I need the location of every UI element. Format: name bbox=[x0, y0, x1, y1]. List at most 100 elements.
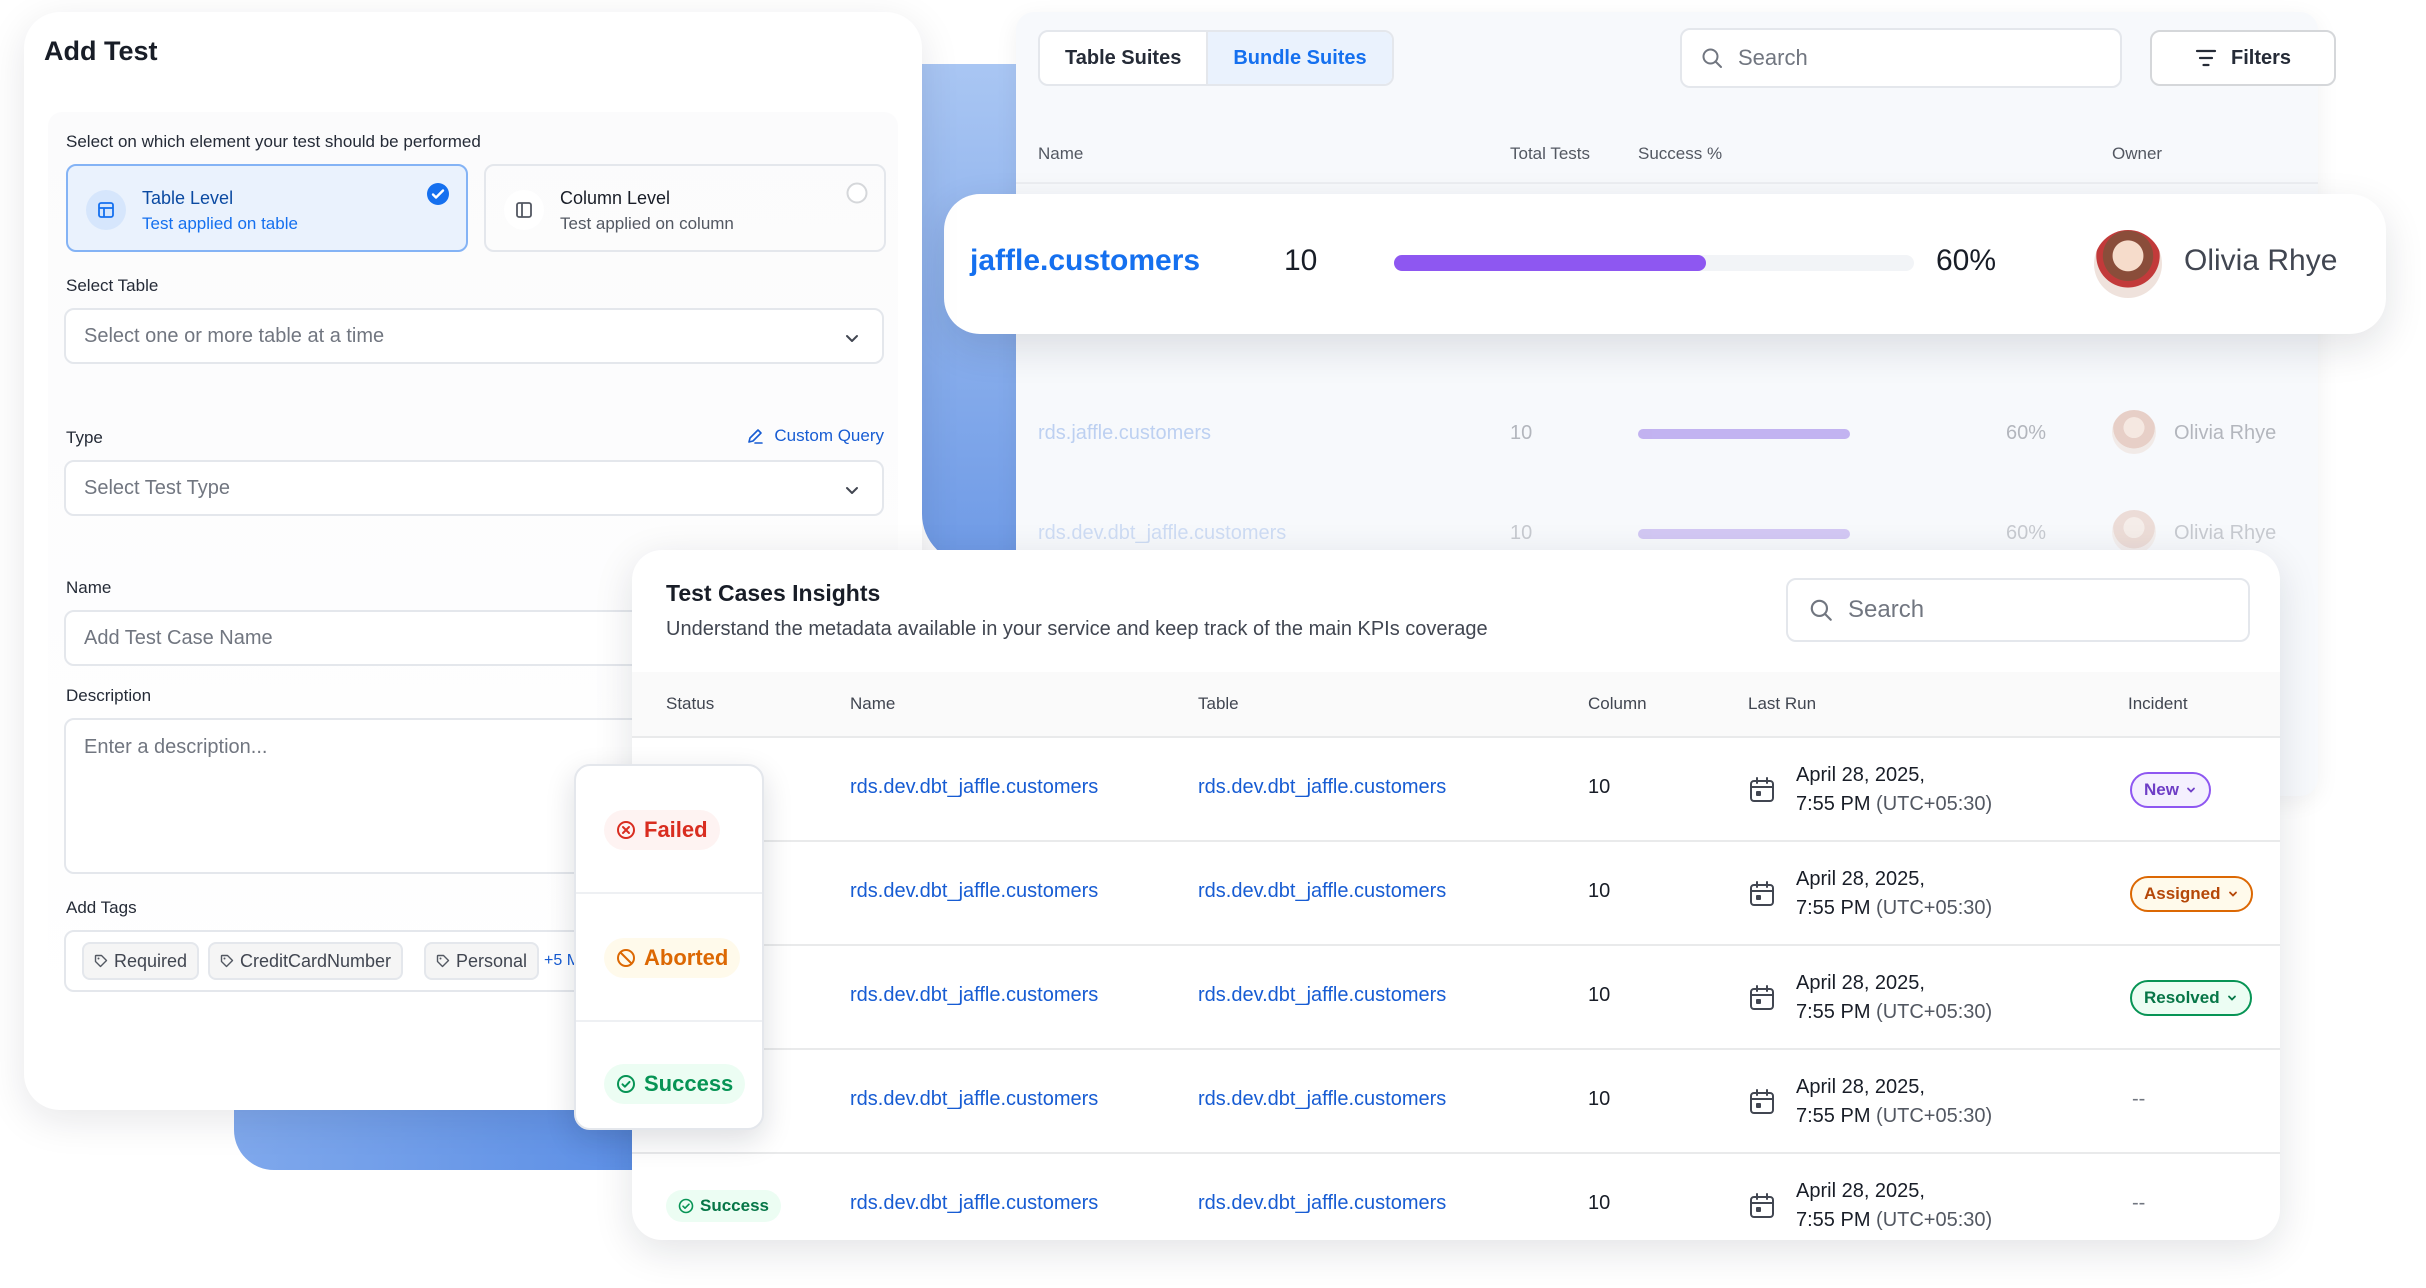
test-type-dropdown[interactable]: Select Test Type bbox=[64, 460, 884, 516]
table-link[interactable]: rds.dev.dbt_jaffle.customers bbox=[1198, 880, 1446, 903]
insights-table-header: Status Name Table Column Last Run Incide… bbox=[632, 672, 2280, 738]
suite-owner: Olivia Rhye bbox=[2174, 422, 2277, 444]
incident-badge[interactable]: New bbox=[2130, 772, 2211, 808]
search-icon bbox=[1810, 599, 1832, 621]
col-table: Table bbox=[1198, 694, 1239, 713]
suite-tabs: Table Suites Bundle Suites bbox=[1038, 30, 1394, 86]
test-name-link[interactable]: rds.dev.dbt_jaffle.customers bbox=[850, 1192, 1098, 1215]
table-row[interactable]: rds.jaffle.customers 10 60% Olivia Rhye bbox=[1016, 386, 2318, 482]
calendar-icon bbox=[1750, 985, 1774, 1010]
col-last-run: Last Run bbox=[1748, 694, 1817, 713]
description-placeholder: Enter a description... bbox=[84, 736, 268, 758]
status-option-aborted[interactable]: Aborted bbox=[576, 894, 762, 1022]
tag-chip[interactable]: Personal bbox=[424, 942, 540, 980]
check-circle-icon bbox=[678, 1198, 694, 1214]
status-label: Success bbox=[700, 1196, 769, 1215]
table-link[interactable]: rds.dev.dbt_jaffle.customers bbox=[1198, 776, 1446, 799]
tag-chip[interactable]: Required bbox=[82, 942, 200, 980]
tag-icon bbox=[220, 954, 234, 968]
table-row[interactable]: Success rds.dev.dbt_jaffle.customers rds… bbox=[632, 1154, 2280, 1240]
avatar bbox=[2094, 230, 2162, 298]
option-title: Column Level bbox=[560, 188, 671, 208]
tag-chip[interactable]: CreditCardNumber bbox=[208, 942, 404, 980]
col-name: Name bbox=[850, 694, 896, 713]
time: 7:55 PM bbox=[1796, 1001, 1871, 1023]
option-subtitle: Test applied on table bbox=[142, 214, 298, 233]
column-level-option[interactable]: Column Level Test applied on column bbox=[484, 164, 886, 252]
table-row[interactable]: rds.dev.dbt_jaffle.customers rds.dev.dbt… bbox=[632, 842, 2280, 946]
test-name-link[interactable]: rds.dev.dbt_jaffle.customers bbox=[850, 1088, 1098, 1111]
chevron-down-icon bbox=[2227, 995, 2236, 1001]
insights-title: Test Cases Insights bbox=[666, 580, 881, 606]
suites-table-header: Name Total Tests Success % Owner bbox=[1016, 108, 2318, 184]
suite-total: 10 bbox=[1284, 244, 1318, 277]
option-subtitle: Test applied on column bbox=[560, 214, 734, 233]
suite-name-link[interactable]: rds.dev.dbt_jaffle.customers bbox=[1038, 522, 1286, 545]
tab-bundle-suites[interactable]: Bundle Suites bbox=[1206, 32, 1392, 84]
filters-button[interactable]: Filters bbox=[2150, 30, 2336, 86]
ban-icon bbox=[617, 949, 635, 967]
insights-search-input[interactable]: Search bbox=[1786, 578, 2250, 642]
success-progress-fill bbox=[1394, 255, 1706, 271]
status-option-failed[interactable]: Failed bbox=[576, 766, 762, 894]
incident-badge[interactable]: Resolved bbox=[2130, 980, 2252, 1016]
custom-query-link[interactable]: Custom Query bbox=[746, 426, 884, 446]
filter-icon bbox=[2195, 49, 2217, 67]
chevron-down-icon bbox=[2187, 787, 2195, 793]
success-bar bbox=[1638, 529, 1850, 539]
status-dropdown: Failed Aborted Success bbox=[574, 764, 764, 1130]
table-link[interactable]: rds.dev.dbt_jaffle.customers bbox=[1198, 1192, 1446, 1215]
last-run-date: April 28, 2025, bbox=[1796, 1180, 1925, 1202]
time: 7:55 PM bbox=[1796, 897, 1871, 919]
table-level-option[interactable]: Table Level Test applied on table bbox=[66, 164, 468, 252]
select-table-dropdown[interactable]: Select one or more table at a time bbox=[64, 308, 884, 364]
col-success: Success % bbox=[1638, 144, 1723, 163]
suite-owner: Olivia Rhye bbox=[2184, 244, 2338, 277]
table-row[interactable]: rds.dev.dbt_jaffle.customers rds.dev.dbt… bbox=[632, 1050, 2280, 1154]
radio-icon bbox=[846, 182, 868, 204]
highlighted-suite-row[interactable]: jaffle.customers 10 60% Olivia Rhye bbox=[944, 194, 2386, 334]
column-count: 10 bbox=[1588, 984, 1611, 1006]
incident-badge[interactable]: Assigned bbox=[2130, 876, 2253, 912]
last-run-date: April 28, 2025, bbox=[1796, 1076, 1925, 1098]
chevron-down-icon bbox=[846, 487, 858, 494]
suite-name-link[interactable]: rds.jaffle.customers bbox=[1038, 422, 1211, 445]
status-pill: Success bbox=[604, 1064, 746, 1104]
select-table-label: Select Table bbox=[66, 276, 159, 295]
suite-name-link[interactable]: jaffle.customers bbox=[970, 244, 1200, 278]
timezone: (UTC+05:30) bbox=[1876, 1001, 1993, 1023]
status-option-success[interactable]: Success bbox=[576, 1020, 762, 1148]
select-table-placeholder: Select one or more table at a time bbox=[84, 324, 385, 347]
tag-label: CreditCardNumber bbox=[240, 950, 392, 971]
col-column: Column bbox=[1588, 694, 1647, 713]
calendar-icon bbox=[1750, 881, 1774, 906]
last-run-time: 7:55 PM (UTC+05:30) bbox=[1796, 793, 1992, 816]
table-row[interactable]: rds.dev.dbt_jaffle.customers rds.dev.dbt… bbox=[632, 738, 2280, 842]
status-pill: Failed bbox=[604, 810, 720, 850]
test-cases-insights-panel: Test Cases Insights Understand the metad… bbox=[632, 550, 2280, 1240]
table-link[interactable]: rds.dev.dbt_jaffle.customers bbox=[1198, 1088, 1446, 1111]
test-name-link[interactable]: rds.dev.dbt_jaffle.customers bbox=[850, 880, 1098, 903]
last-run-time: 7:55 PM (UTC+05:30) bbox=[1796, 897, 1992, 920]
column-icon bbox=[504, 190, 544, 230]
tab-table-suites[interactable]: Table Suites bbox=[1040, 32, 1206, 84]
description-label: Description bbox=[66, 686, 152, 705]
chevron-down-icon bbox=[846, 335, 858, 342]
column-count: 10 bbox=[1588, 1088, 1611, 1110]
option-title: Table Level bbox=[142, 188, 234, 208]
suite-total: 10 bbox=[1510, 422, 1533, 444]
table-link[interactable]: rds.dev.dbt_jaffle.customers bbox=[1198, 984, 1446, 1007]
test-name-link[interactable]: rds.dev.dbt_jaffle.customers bbox=[850, 776, 1098, 799]
time: 7:55 PM bbox=[1796, 793, 1871, 815]
filters-label: Filters bbox=[2230, 46, 2292, 69]
suite-success: 60% bbox=[2006, 422, 2047, 444]
suites-search-input[interactable]: Search bbox=[1680, 28, 2122, 88]
success-bar bbox=[1638, 429, 1850, 439]
insights-subtitle: Understand the metadata available in you… bbox=[666, 618, 1488, 640]
test-name-link[interactable]: rds.dev.dbt_jaffle.customers bbox=[850, 984, 1098, 1007]
table-row[interactable]: rds.dev.dbt_jaffle.customers rds.dev.dbt… bbox=[632, 946, 2280, 1050]
suite-success: 60% bbox=[2006, 522, 2047, 544]
chevron-down-icon bbox=[2228, 891, 2237, 897]
check-circle-icon bbox=[427, 183, 449, 205]
col-name: Name bbox=[1038, 144, 1084, 163]
